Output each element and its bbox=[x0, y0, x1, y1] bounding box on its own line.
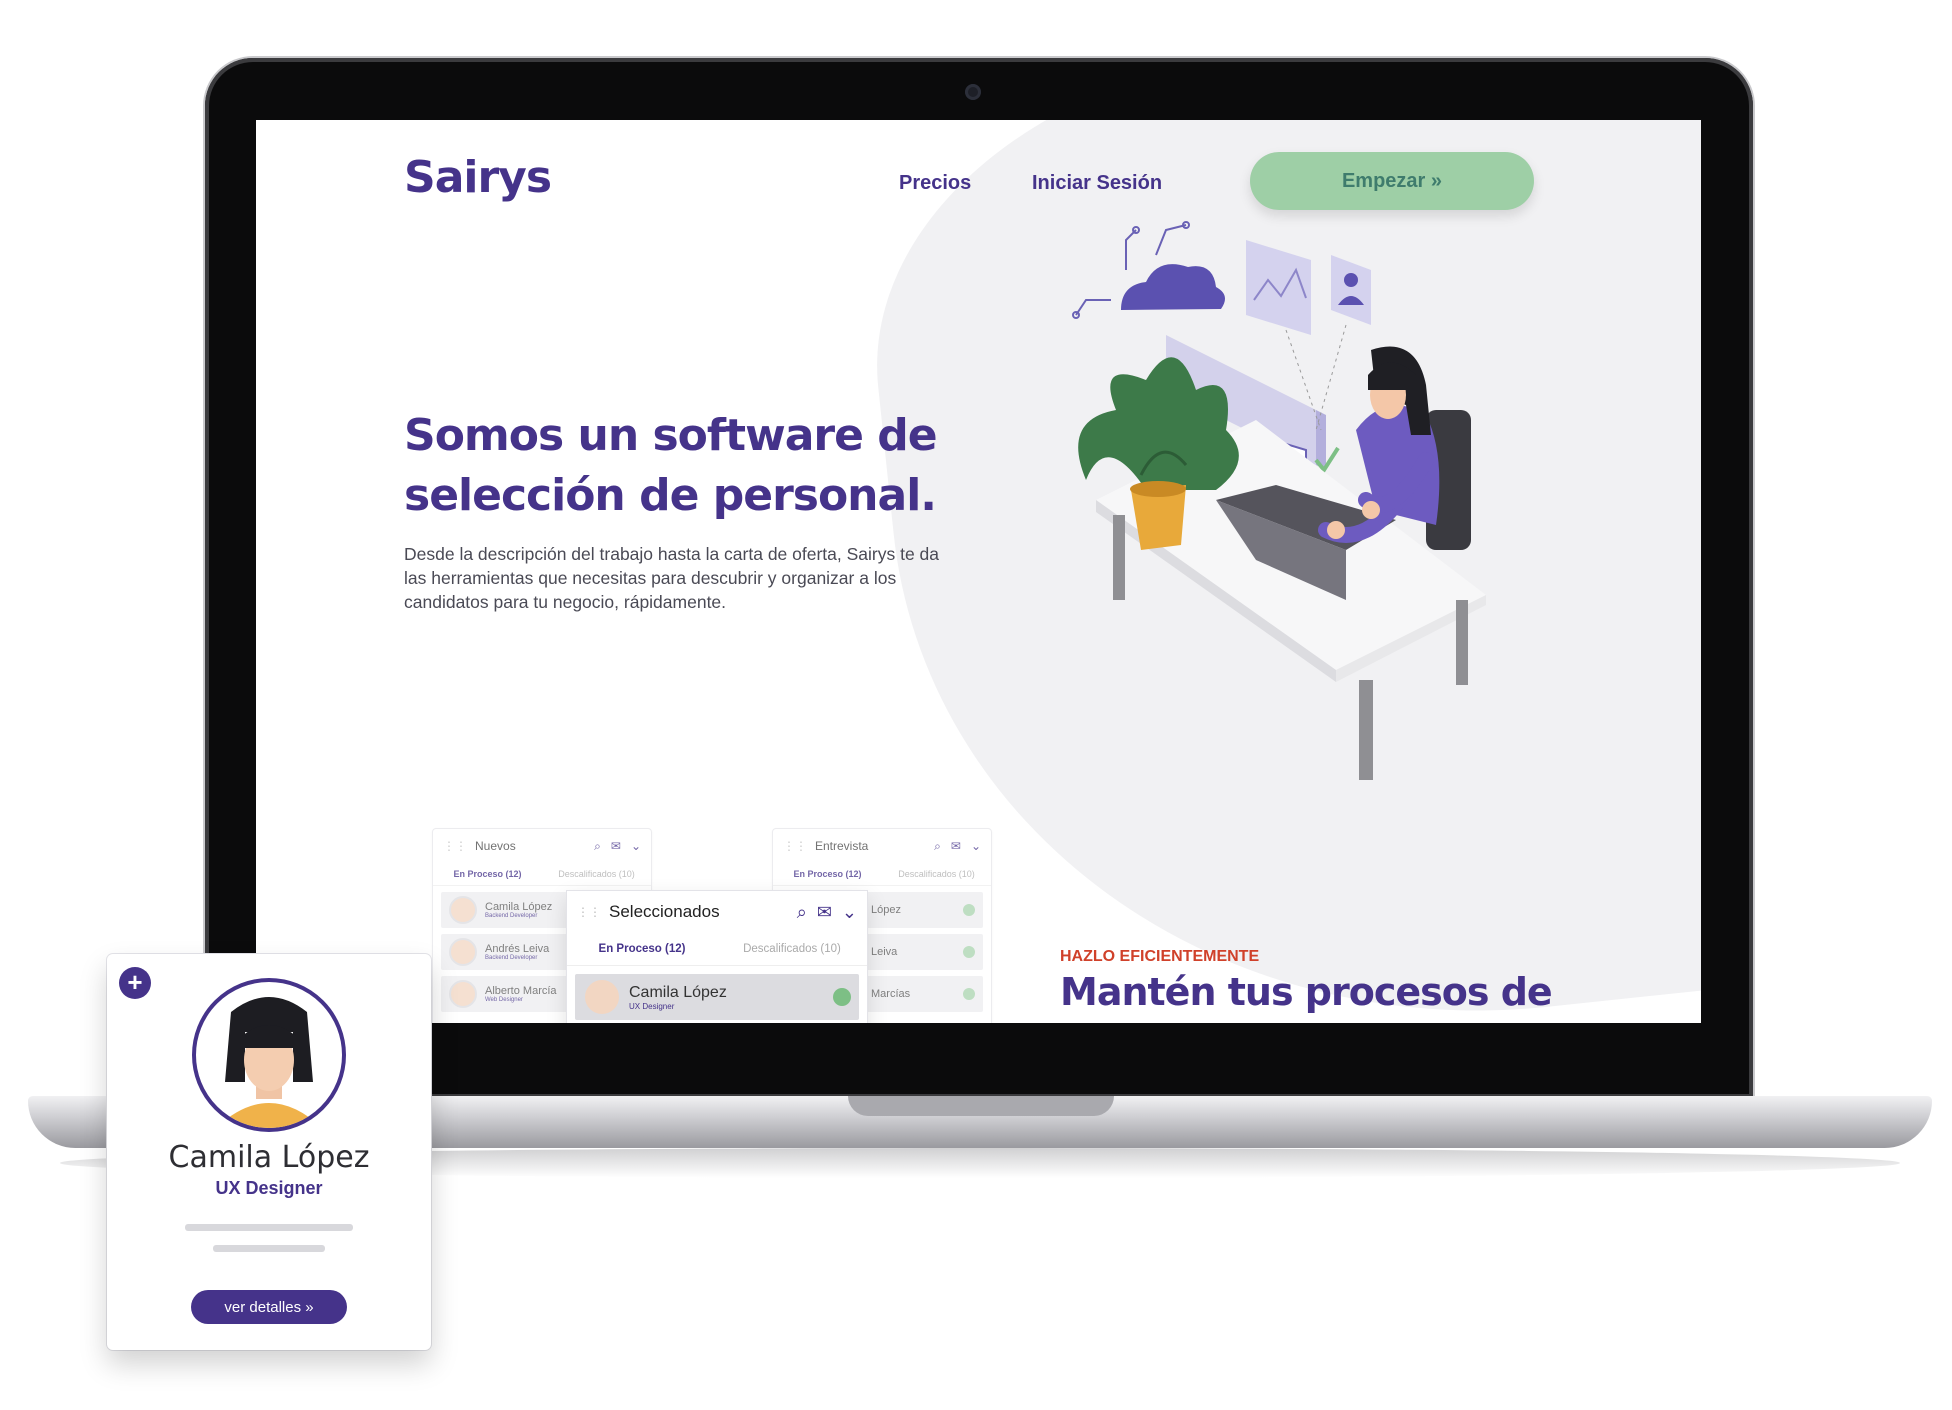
status-dot bbox=[833, 988, 851, 1006]
hero-title-line-2: selección de personal. bbox=[404, 470, 937, 521]
candidate-name: Andrés Leiva bbox=[485, 943, 550, 955]
search-icon[interactable]: ⌕ bbox=[594, 839, 601, 854]
avatar bbox=[449, 896, 477, 924]
candidate-name: Camila López bbox=[485, 901, 553, 913]
tab-descalificados[interactable]: Descalificados (10) bbox=[882, 869, 991, 879]
placeholder-line bbox=[213, 1245, 325, 1252]
avatar bbox=[449, 980, 477, 1008]
column-title: Seleccionados bbox=[609, 902, 720, 921]
status-dot bbox=[963, 988, 975, 1000]
profile-card: + Camila López UX Designer ver detalles … bbox=[107, 954, 431, 1350]
webcam-icon bbox=[965, 84, 981, 100]
logo[interactable]: Sairys bbox=[404, 152, 552, 203]
nav-link-precios[interactable]: Precios bbox=[899, 172, 971, 195]
chevron-down-icon[interactable]: ⌄ bbox=[971, 839, 981, 853]
view-details-button[interactable]: ver detalles » bbox=[191, 1290, 347, 1324]
candidate-role: Web Designer bbox=[485, 997, 523, 1003]
candidate-item[interactable]: Camila López UX Designer bbox=[575, 974, 859, 1020]
user-panel-icon bbox=[1331, 255, 1371, 325]
mail-icon[interactable]: ✉ bbox=[611, 839, 621, 853]
drag-handle-icon[interactable]: ⋮⋮ bbox=[577, 905, 601, 919]
status-dot bbox=[963, 904, 975, 916]
search-icon[interactable]: ⌕ bbox=[797, 902, 807, 923]
avatar bbox=[192, 978, 346, 1132]
candidate-name: López bbox=[871, 904, 901, 916]
chevron-down-icon[interactable]: ⌄ bbox=[842, 902, 857, 923]
candidate-name: Leiva bbox=[871, 946, 898, 958]
section-eyebrow: HAZLO EFICIENTEMENTE bbox=[1060, 948, 1260, 965]
candidate-name: Marcías bbox=[871, 988, 911, 1000]
hero-title: Somos un software de selección de person… bbox=[404, 406, 964, 526]
hero-description: Desde la descripción del trabajo hasta l… bbox=[404, 544, 940, 612]
tab-en-proceso[interactable]: En Proceso (12) bbox=[567, 943, 717, 955]
candidate-name: Camila López bbox=[629, 983, 727, 1001]
section-title: Mantén tus procesos de bbox=[1060, 970, 1553, 1014]
chart-panel-icon bbox=[1246, 240, 1311, 335]
profile-name: Camila López bbox=[168, 1140, 370, 1175]
search-icon[interactable]: ⌕ bbox=[934, 839, 941, 854]
mail-icon[interactable]: ✉ bbox=[951, 839, 961, 853]
column-title: Entrevista bbox=[815, 839, 869, 853]
avatar bbox=[449, 938, 477, 966]
tab-descalificados[interactable]: Descalificados (10) bbox=[717, 943, 867, 955]
tab-en-proceso[interactable]: En Proceso (12) bbox=[433, 869, 542, 879]
profile-role: UX Designer bbox=[215, 1178, 323, 1198]
add-icon[interactable]: + bbox=[119, 967, 151, 999]
status-dot bbox=[963, 946, 975, 958]
candidate-name: Alberto Marcía bbox=[485, 985, 557, 997]
candidate-role: UX Designer bbox=[629, 1001, 675, 1011]
drag-handle-icon[interactable]: ⋮⋮ bbox=[443, 839, 467, 853]
column-title: Nuevos bbox=[475, 839, 516, 853]
drag-handle-icon[interactable]: ⋮⋮ bbox=[783, 839, 807, 853]
office-illustration bbox=[1072, 221, 1486, 780]
mail-icon[interactable]: ✉ bbox=[817, 902, 832, 923]
tab-en-proceso[interactable]: En Proceso (12) bbox=[773, 869, 882, 879]
candidate-role: Backend Developer bbox=[485, 955, 538, 961]
avatar bbox=[583, 978, 621, 1016]
person-avatar-icon bbox=[216, 997, 322, 1128]
placeholder-line bbox=[185, 1224, 353, 1231]
chevron-down-icon[interactable]: ⌄ bbox=[631, 839, 641, 853]
hero-title-line-1: Somos un software de bbox=[404, 410, 938, 461]
kanban-column-seleccionados: ⋮⋮ Seleccionados ⌕ ✉ ⌄ En Proceso (12) D… bbox=[566, 890, 868, 1023]
cloud-icon bbox=[1121, 264, 1225, 310]
laptop-notch bbox=[848, 1096, 1114, 1116]
candidate-role: Backend Developer bbox=[485, 913, 538, 919]
nav-link-login[interactable]: Iniciar Sesión bbox=[1032, 172, 1162, 195]
tab-descalificados[interactable]: Descalificados (10) bbox=[542, 869, 651, 879]
browser-screen: Sairys Precios Iniciar Sesión Empezar » bbox=[256, 120, 1701, 1023]
